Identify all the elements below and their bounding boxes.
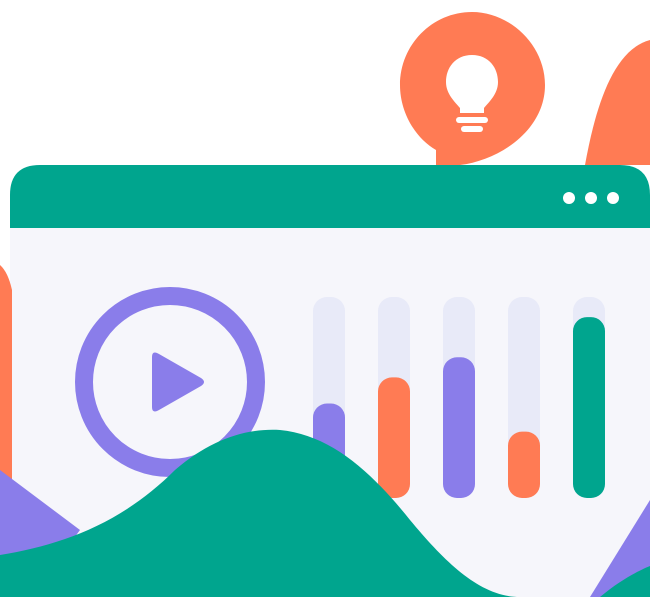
three-dots-icon[interactable]: [563, 192, 619, 204]
bar-2: [378, 377, 410, 498]
bar-4: [508, 431, 540, 498]
idea-bubble: [400, 12, 545, 190]
orange-background-blob-right: [585, 40, 650, 165]
window-title-bar: [10, 165, 650, 228]
analytics-illustration: [0, 12, 650, 597]
illustration-canvas: [0, 0, 650, 597]
bar-5: [573, 317, 605, 498]
bar-3: [443, 357, 475, 498]
